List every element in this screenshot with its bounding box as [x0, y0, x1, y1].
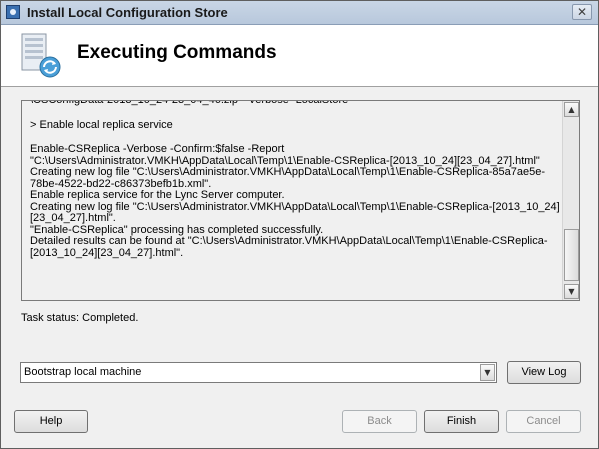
log-line: Enable-CSReplica -Verbose -Confirm:$fals…: [30, 143, 540, 167]
task-select[interactable]: Bootstrap local machine ▼: [20, 362, 497, 383]
app-icon: [6, 5, 20, 19]
wizard-header: Executing Commands: [1, 25, 598, 87]
server-sync-icon: [21, 33, 61, 78]
log-scrollbar[interactable]: ▲ ▼: [562, 101, 579, 300]
log-line: Creating new log file "C:\Users\Administ…: [30, 200, 560, 224]
log-blank-line: [30, 107, 560, 120]
help-button[interactable]: Help: [14, 410, 88, 433]
log-text: \CSConfigData-2013_10_24-23_04_46.zip" -…: [30, 101, 560, 259]
chevron-down-icon[interactable]: ▼: [480, 364, 495, 381]
back-button[interactable]: Back: [342, 410, 417, 433]
log-line: Enable replica service for the Lync Serv…: [30, 189, 285, 201]
view-log-button[interactable]: View Log: [507, 361, 581, 384]
scroll-up-button[interactable]: ▲: [564, 102, 579, 117]
scroll-thumb[interactable]: [564, 229, 579, 281]
cancel-button[interactable]: Cancel: [506, 410, 581, 433]
title-bar[interactable]: Install Local Configuration Store ✕: [1, 1, 598, 25]
task-select-value: Bootstrap local machine: [24, 366, 142, 378]
window-title: Install Local Configuration Store: [27, 5, 228, 20]
log-line: Detailed results can be found at "C:\Use…: [30, 235, 548, 259]
page-title: Executing Commands: [77, 42, 277, 63]
task-status: Task status: Completed.: [21, 312, 139, 324]
installer-window: Install Local Configuration Store ✕ Exec…: [0, 0, 599, 449]
scroll-down-button[interactable]: ▼: [564, 284, 579, 299]
close-button[interactable]: ✕: [572, 4, 592, 20]
log-line: > Enable local replica service: [30, 118, 173, 131]
log-line: Creating new log file "C:\Users\Administ…: [30, 166, 546, 190]
finish-button[interactable]: Finish: [424, 410, 499, 433]
command-log[interactable]: \CSConfigData-2013_10_24-23_04_46.zip" -…: [21, 100, 580, 301]
